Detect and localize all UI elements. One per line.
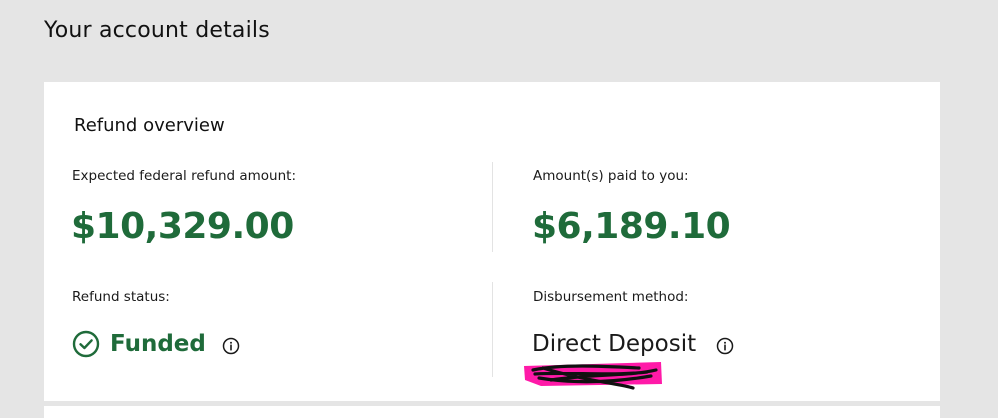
check-circle-icon [72, 330, 100, 358]
expected-refund-amount: $10,329.00 [71, 206, 294, 247]
refund-status-value: Funded [110, 331, 206, 357]
page-title: Your account details [44, 18, 270, 43]
redaction-scribble [524, 362, 662, 390]
account-details-page: Your account details Refund overview Exp… [0, 0, 998, 418]
amount-paid-label: Amount(s) paid to you: [533, 168, 689, 184]
column-divider [492, 282, 493, 377]
next-card-edge [44, 406, 940, 418]
info-icon[interactable] [222, 337, 240, 355]
refund-status-label: Refund status: [72, 289, 170, 305]
refund-status-row: Funded [72, 328, 240, 360]
refund-overview-title: Refund overview [74, 115, 225, 136]
refund-overview-card: Refund overview Expected federal refund … [44, 82, 940, 401]
amount-paid-value: $6,189.10 [532, 206, 731, 247]
disbursement-method-label: Disbursement method: [533, 289, 689, 305]
info-icon[interactable] [716, 337, 734, 355]
column-divider [492, 162, 493, 252]
expected-refund-label: Expected federal refund amount: [72, 168, 296, 184]
